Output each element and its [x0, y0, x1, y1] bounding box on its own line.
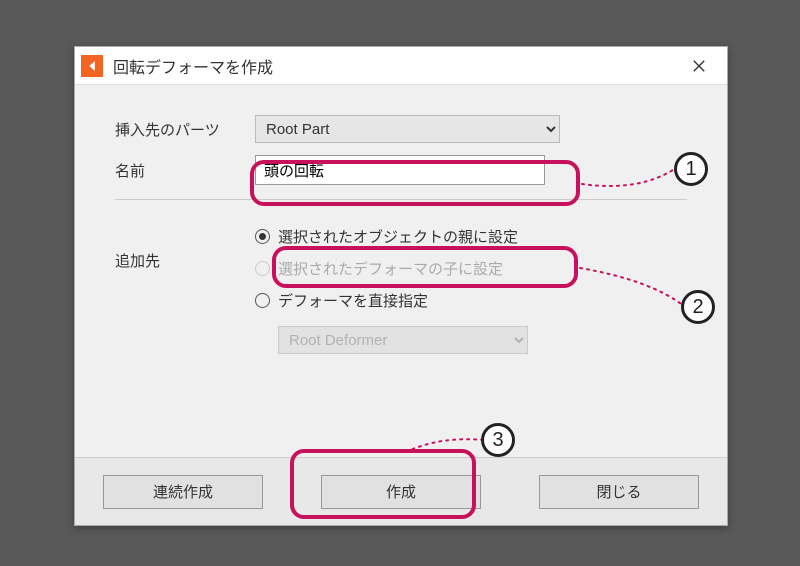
insert-part-label: 挿入先のパーツ — [115, 119, 255, 140]
annotation-number-2: 2 — [681, 290, 715, 324]
dialog-title: 回転デフォーマを作成 — [113, 54, 677, 78]
radio-icon — [255, 229, 270, 244]
window-close-button[interactable] — [677, 49, 721, 83]
create-rotation-deformer-dialog: 回転デフォーマを作成 挿入先のパーツ Root Part 名前 追加先 — [74, 46, 728, 526]
radio-icon — [255, 261, 270, 276]
radio-parent-of-selected[interactable]: 選択されたオブジェクトの親に設定 — [255, 220, 687, 252]
insert-part-select[interactable]: Root Part — [255, 115, 560, 143]
dialog-buttons: 連続作成 作成 閉じる — [75, 457, 727, 525]
create-button[interactable]: 作成 — [321, 475, 481, 509]
radio-label: 選択されたオブジェクトの親に設定 — [278, 226, 518, 247]
radio-specify-deformer[interactable]: デフォーマを直接指定 — [255, 284, 687, 316]
radio-label: デフォーマを直接指定 — [278, 290, 428, 311]
radio-icon — [255, 293, 270, 308]
radio-label: 選択されたデフォーマの子に設定 — [278, 258, 503, 279]
radio-child-of-selected-deformer: 選択されたデフォーマの子に設定 — [255, 252, 687, 284]
annotation-number-3: 3 — [481, 423, 515, 457]
name-label: 名前 — [115, 160, 255, 181]
target-label: 追加先 — [115, 220, 255, 354]
app-icon — [81, 55, 103, 77]
close-button[interactable]: 閉じる — [539, 475, 699, 509]
divider — [115, 199, 687, 200]
name-input[interactable] — [255, 155, 545, 185]
deformer-select: Root Deformer — [278, 326, 528, 354]
dialog-content: 挿入先のパーツ Root Part 名前 追加先 選択されたオブジェクトの親に設… — [75, 85, 727, 364]
annotation-number-1: 1 — [674, 152, 708, 186]
titlebar: 回転デフォーマを作成 — [75, 47, 727, 85]
continuous-create-button[interactable]: 連続作成 — [103, 475, 263, 509]
